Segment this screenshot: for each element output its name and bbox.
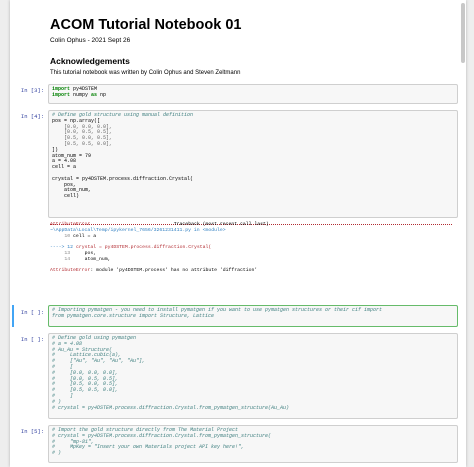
code-editor[interactable]: # Define gold structure using manual def… bbox=[49, 111, 457, 202]
error-message: : module 'py4DSTEM.process' has no attri… bbox=[90, 268, 258, 274]
code-comment: from pymatgen.core.structure import Stru… bbox=[52, 312, 215, 319]
cell-prompt: In [4]: bbox=[20, 113, 44, 120]
vertical-scrollbar[interactable] bbox=[461, 3, 465, 63]
code-cell[interactable]: # Importing pymatgen - you need to insta… bbox=[48, 305, 458, 327]
cell-prompt: In [ ]: bbox=[20, 336, 44, 343]
notebook-page: ACOM Tutorial Notebook 01 Colin Ophus - … bbox=[10, 0, 466, 467]
code-editor[interactable]: # Importing pymatgen - you need to insta… bbox=[49, 306, 457, 322]
code-editor[interactable]: # Define gold using pymatgen # a = 4.08 … bbox=[49, 334, 457, 413]
traceback-code: pos, bbox=[70, 250, 97, 256]
traceback-arrow: ----> bbox=[50, 245, 65, 251]
error-output: AttributeError Traceback (most recent ca… bbox=[50, 222, 458, 292]
code-line: cell) bbox=[52, 193, 80, 200]
code-editor[interactable]: # Import the gold structure directly fro… bbox=[49, 426, 457, 459]
cell-prompt: In [3]: bbox=[20, 87, 44, 94]
code-comment: # crystal = py4DSTEM.process.diffraction… bbox=[52, 404, 290, 411]
code-keyword: import bbox=[52, 91, 71, 98]
traceback-path: ~\AppData\Local\Temp/ipykernel_7656/3261… bbox=[50, 227, 226, 233]
code-comment: # MpKey = "Insert your own Materials pro… bbox=[52, 444, 245, 451]
notebook-subtitle: Colin Ophus - 2021 Sept 26 bbox=[50, 37, 131, 44]
acknowledgements-heading: Acknowledgements bbox=[50, 56, 130, 66]
cell-prompt: In [5]: bbox=[20, 428, 44, 435]
code-line: [0.5, 0.5, 0.0], bbox=[52, 140, 113, 147]
code-editor[interactable]: import py4DSTEM import numpy as np bbox=[49, 85, 457, 101]
traceback-text: AttributeError Traceback (most recent ca… bbox=[50, 222, 458, 274]
code-text: numpy bbox=[70, 91, 92, 98]
code-cell[interactable]: import py4DSTEM import numpy as np bbox=[48, 84, 458, 104]
acknowledgements-text: This tutorial notebook was written by Co… bbox=[50, 70, 241, 76]
traceback-code: atom_num, bbox=[70, 256, 111, 262]
traceback-error-name: AttributeError bbox=[50, 222, 91, 227]
code-cell[interactable]: # Import the gold structure directly fro… bbox=[48, 425, 458, 463]
code-comment: # ) bbox=[52, 450, 62, 457]
error-name: AttributeError bbox=[50, 268, 91, 274]
code-cell[interactable]: # Define gold structure using manual def… bbox=[48, 110, 458, 218]
code-line: cell = a bbox=[52, 164, 77, 171]
traceback-header: Traceback (most recent call last) bbox=[173, 222, 269, 227]
code-cell[interactable]: # Define gold using pymatgen # a = 4.08 … bbox=[48, 333, 458, 419]
traceback-code: cell = a bbox=[70, 233, 97, 239]
code-text: np bbox=[97, 91, 107, 98]
traceback-code: crystal = py4DSTEM.process.diffraction.C… bbox=[73, 245, 212, 251]
cell-prompt: In [ ]: bbox=[20, 309, 44, 316]
notebook-title: ACOM Tutorial Notebook 01 bbox=[50, 17, 242, 33]
